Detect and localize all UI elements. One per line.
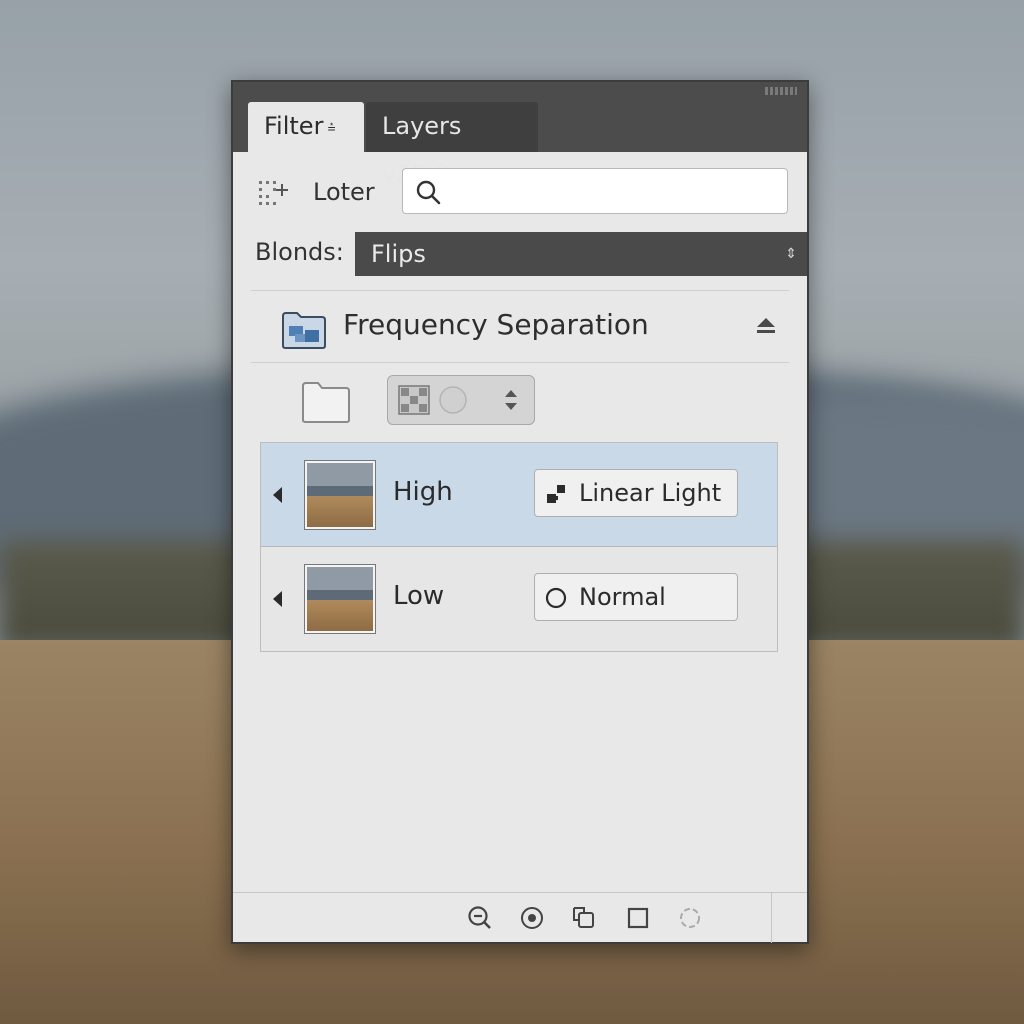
divider	[251, 362, 789, 363]
filter-caret-icon: ⩮	[327, 120, 336, 136]
search-icon	[416, 180, 441, 205]
layer-blend-mode-button[interactable]: Linear Light	[534, 469, 738, 517]
layer-blend-mode: Normal	[579, 583, 666, 611]
panel-titlebar: Filter⩮ Layers v25.0	[233, 82, 807, 188]
blend-select-value: Flips	[371, 240, 426, 268]
expand-arrow-icon[interactable]	[273, 487, 282, 503]
search-label: Loter	[313, 178, 375, 206]
tab-layers[interactable]: Layers v25.0	[366, 102, 538, 188]
group-tools-row	[233, 372, 807, 432]
layer-thumbnail	[305, 565, 375, 633]
panel-grip-icon[interactable]	[765, 87, 797, 95]
footer-divider	[771, 893, 772, 943]
select-arrows-icon: ⇕	[785, 246, 797, 262]
linear-light-icon	[547, 485, 565, 503]
duplicate-icon[interactable]	[571, 905, 597, 931]
layer-row[interactable]: Low Normal	[261, 547, 777, 651]
layer-name: Low	[393, 581, 445, 611]
target-icon[interactable]	[519, 905, 545, 931]
tab-filter-label: Filter	[264, 112, 324, 140]
layers-panel: Filter⩮ Layers v25.0 Loter Blonds: Flips…	[231, 80, 809, 944]
layer-thumbnail	[305, 461, 375, 529]
tab-filter[interactable]: Filter ⩮	[248, 102, 364, 152]
blend-select[interactable]: Flips ⇕	[355, 232, 807, 276]
blend-row: Blonds: Flips ⇕	[233, 232, 807, 278]
layer-blend-mode-button[interactable]: Normal	[534, 573, 738, 621]
collapse-up-icon[interactable]	[755, 316, 777, 336]
zoom-out-icon[interactable]	[467, 905, 493, 931]
expand-arrow-icon[interactable]	[273, 591, 282, 607]
divider	[251, 290, 789, 291]
layer-blend-mode: Linear Light	[579, 479, 722, 507]
normal-circle-icon	[545, 587, 567, 609]
search-input[interactable]	[402, 168, 788, 214]
mask-select[interactable]	[387, 375, 535, 425]
search-row: Loter	[233, 164, 807, 224]
grid-icon	[398, 385, 430, 415]
layer-list: High Linear Light Low Normal	[260, 442, 778, 652]
panel-footer	[233, 892, 807, 943]
dotted-selection-icon[interactable]	[257, 178, 289, 210]
layer-row[interactable]: High Linear Light	[261, 443, 777, 547]
square-icon[interactable]	[625, 905, 651, 931]
circle-icon	[439, 386, 467, 414]
group-folder-icon	[282, 312, 326, 349]
group-title: Frequency Separation	[343, 308, 649, 341]
new-folder-icon[interactable]	[301, 380, 351, 424]
blend-label: Blonds:	[255, 238, 344, 266]
refresh-icon[interactable]	[677, 905, 703, 931]
layer-group-row[interactable]: Frequency Separation	[233, 294, 807, 364]
layer-name: High	[393, 477, 453, 507]
select-arrows-icon	[505, 390, 517, 410]
